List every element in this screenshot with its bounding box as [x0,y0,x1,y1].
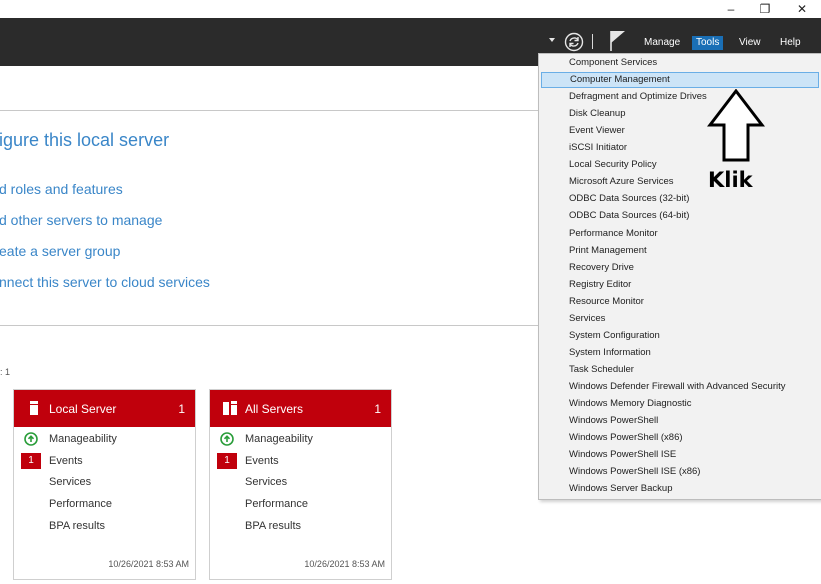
tools-menu-item[interactable]: ODBC Data Sources (32-bit) [541,191,819,207]
menu-view[interactable]: View [735,36,765,50]
tools-menu-item[interactable]: Windows PowerShell ISE (x86) [541,464,819,480]
add-roles-link[interactable]: d roles and features [0,181,123,197]
tile-timestamp: 10/26/2021 8:53 AM [304,559,385,569]
tile-row-performance[interactable]: Performance [49,498,112,510]
up-arrow-icon [707,89,765,162]
tile-row-events[interactable]: Events [245,455,279,467]
tile-row-bpa-results[interactable]: BPA results [49,520,105,532]
tools-menu-item[interactable]: Disk Cleanup [541,106,819,122]
tools-menu-item[interactable]: System Configuration [541,328,819,344]
tools-menu-item[interactable]: Windows Memory Diagnostic [541,396,819,412]
tools-menu-item[interactable]: Services [541,311,819,327]
tile-header[interactable]: Local Server 1 [14,390,195,427]
manageability-ok-icon [24,432,38,446]
tools-menu-item[interactable]: Windows Server Backup [541,481,819,497]
divider [0,110,540,111]
menu-tools[interactable]: Tools [692,36,724,50]
tile-title: Local Server [49,402,117,416]
tools-menu-item[interactable]: Performance Monitor [541,226,819,242]
tools-menu-item[interactable]: Print Management [541,243,819,259]
tools-menu-item[interactable]: Windows PowerShell (x86) [541,430,819,446]
server-count-label: : 1 [0,367,11,377]
tile-header[interactable]: All Servers 1 [210,390,391,427]
tile-row-services[interactable]: Services [245,476,287,488]
tile-timestamp: 10/26/2021 8:53 AM [108,559,189,569]
dropdown-caret-icon[interactable] [549,38,555,42]
tools-menu-item[interactable]: Resource Monitor [541,294,819,310]
create-server-group-link[interactable]: eate a server group [0,243,120,259]
tools-menu-item[interactable]: Windows PowerShell ISE [541,447,819,463]
tile-row-events[interactable]: Events [49,455,83,467]
tile-row-manageability[interactable]: Manageability [245,433,313,445]
refresh-icon[interactable] [564,32,584,52]
tile-row-performance[interactable]: Performance [245,498,308,510]
add-servers-link[interactable]: d other servers to manage [0,212,162,228]
tools-menu-item[interactable]: Defragment and Optimize Drives [541,89,819,105]
tools-menu-item[interactable]: Windows Defender Firewall with Advanced … [541,379,819,395]
notification-flag-icon[interactable] [609,30,627,52]
manageability-ok-icon [220,432,234,446]
tile-row-manageability[interactable]: Manageability [49,433,117,445]
tile-row-bpa-results[interactable]: BPA results [245,520,301,532]
maximize-button[interactable]: ❐ [747,0,783,18]
tools-menu-item[interactable]: Component Services [541,55,819,71]
tools-menu-item[interactable]: iSCSI Initiator [541,140,819,156]
tools-menu-item[interactable]: Event Viewer [541,123,819,139]
annotation-label: Klik [708,168,753,192]
server-icon [30,401,38,415]
connect-cloud-link[interactable]: nnect this server to cloud services [0,274,210,290]
tools-menu-item[interactable]: Local Security Policy [541,157,819,173]
divider [0,325,540,326]
tile-title: All Servers [245,402,304,416]
title-bar: – ❐ ✕ [0,0,821,18]
tools-menu-item[interactable]: ODBC Data Sources (64-bit) [541,208,819,224]
tools-menu-item[interactable]: Registry Editor [541,277,819,293]
tools-menu-item[interactable]: Recovery Drive [541,260,819,276]
events-badge: 1 [21,453,41,469]
tools-dropdown-menu: Component Services Computer Management Def… [538,53,821,500]
tile-count: 1 [178,402,185,416]
events-badge: 1 [217,453,237,469]
tools-menu-item[interactable]: Windows PowerShell [541,413,819,429]
quick-start-title: igure this local server [0,130,170,150]
menu-manage[interactable]: Manage [640,36,684,50]
tools-menu-item[interactable]: Computer Management [541,72,819,89]
tools-menu-item[interactable]: Task Scheduler [541,362,819,378]
tools-menu-item[interactable]: Microsoft Azure Services [541,174,819,190]
tile-count: 1 [374,402,381,416]
minimize-button[interactable]: – [713,0,749,18]
local-server-tile[interactable]: Local Server 1 Manageability 1 Events Se… [13,389,196,580]
menu-help[interactable]: Help [776,36,805,50]
header-separator [592,34,593,49]
servers-icon [223,401,237,415]
all-servers-tile[interactable]: All Servers 1 Manageability 1 Events Ser… [209,389,392,580]
tile-row-services[interactable]: Services [49,476,91,488]
tools-menu-item[interactable]: System Information [541,345,819,361]
close-button[interactable]: ✕ [784,0,820,18]
